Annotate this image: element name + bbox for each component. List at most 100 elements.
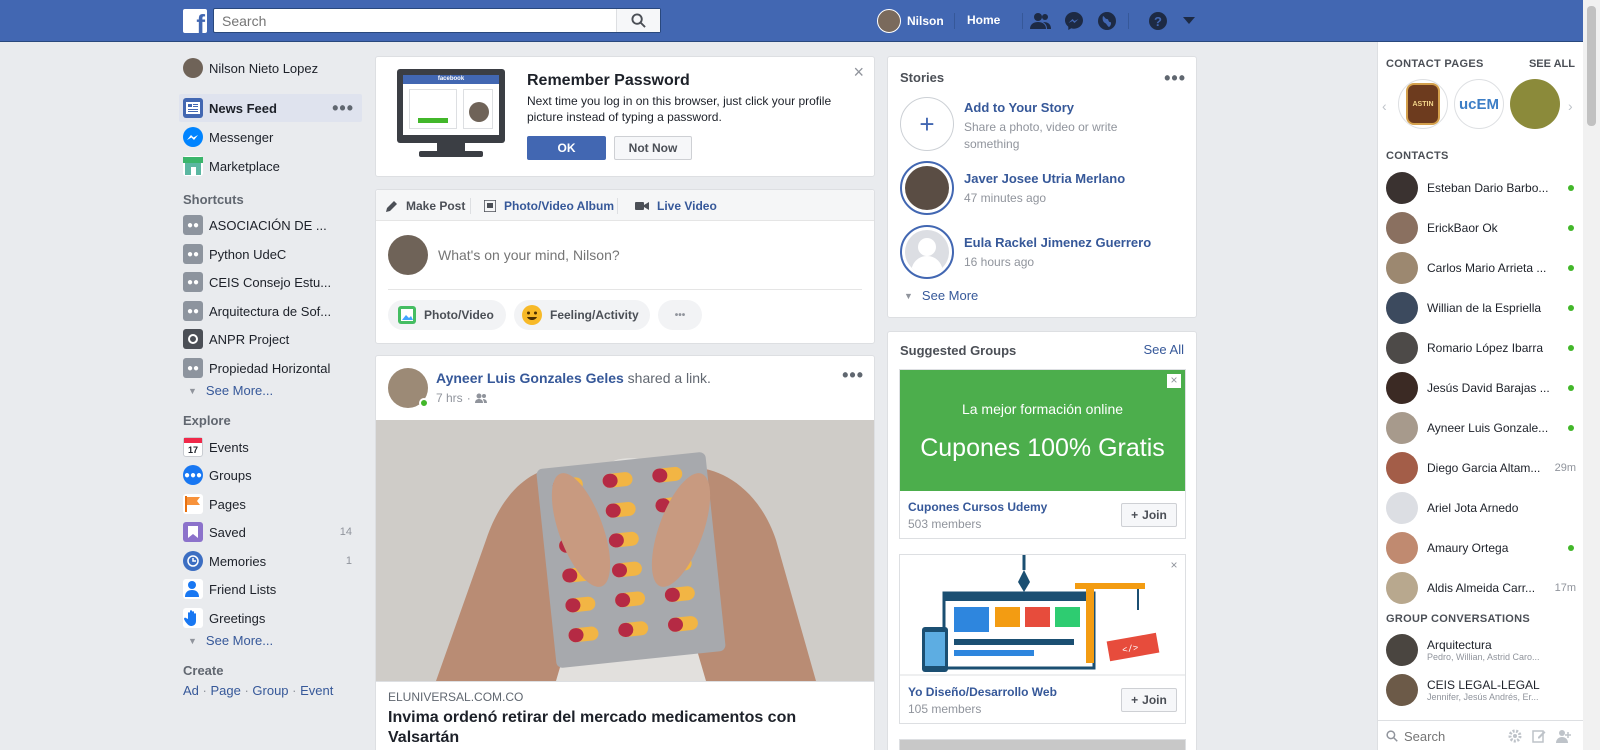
account-menu-icon[interactable] (1178, 10, 1200, 32)
sidebar-item-events[interactable]: 17 Events (179, 433, 362, 461)
see-all-pages-link[interactable]: SEE ALL (1529, 58, 1575, 70)
link-title[interactable]: Invima ordenó retirar del mercado medica… (388, 708, 838, 748)
dismiss-icon[interactable]: × (1167, 374, 1181, 388)
contact-item[interactable]: Romario López Ibarra (1386, 328, 1576, 368)
shortcut-item[interactable]: ●● Propiedad Horizontal (179, 354, 362, 382)
post-options-icon[interactable]: ••• (842, 366, 864, 384)
join-group-button[interactable]: + Join (1121, 688, 1177, 712)
create-group-link[interactable]: Group (252, 683, 288, 698)
sidebar-item-marketplace[interactable]: Marketplace (179, 152, 362, 180)
contact-page-avatar[interactable]: ASTIN (1398, 79, 1448, 129)
contact-item[interactable]: Willian de la Espriella (1386, 288, 1576, 328)
page-scrollbar[interactable] (1583, 0, 1600, 750)
contact-item[interactable]: Ayneer Luis Gonzale... (1386, 408, 1576, 448)
shortcut-item[interactable]: ●● CEIS Consejo Estu... (179, 268, 362, 296)
contact-page-avatar[interactable]: ucEM (1454, 79, 1504, 129)
new-message-icon[interactable] (1532, 729, 1546, 743)
last-active-time: 17m (1554, 582, 1576, 594)
group-name-link[interactable]: Cupones Cursos Udemy (908, 500, 1047, 514)
sidebar-item-friend-lists[interactable]: Friend Lists (179, 575, 362, 603)
tab-make-post[interactable]: Make Post (386, 199, 465, 213)
group-conversation-item[interactable]: CEIS LEGAL-LEGAL Jennifer, Jesús Andrés, … (1386, 670, 1576, 710)
contact-item[interactable]: ErickBaor Ok (1386, 208, 1576, 248)
contact-item[interactable]: Diego Garcia Altam... 29m (1386, 448, 1576, 488)
dismiss-icon[interactable]: × (1167, 559, 1181, 573)
stories-see-more-link[interactable]: ▼ See More (904, 288, 978, 303)
group-banner[interactable]: </> (900, 555, 1185, 676)
scrollbar-thumb[interactable] (1587, 6, 1596, 126)
group-name-link[interactable]: Yo Diseño/Desarrollo Web (908, 685, 1057, 699)
not-now-button[interactable]: Not Now (614, 136, 692, 160)
create-page-link[interactable]: Page (210, 683, 240, 698)
status-input[interactable] (438, 242, 858, 268)
photo-video-button[interactable]: Photo/Video (388, 300, 506, 330)
gear-icon[interactable] (1508, 729, 1522, 743)
contact-item[interactable]: Amaury Ortega (1386, 528, 1576, 568)
post-author-link[interactable]: Ayneer Luis Gonzales Geles (436, 370, 624, 386)
contact-item[interactable]: Esteban Dario Barbo... (1386, 168, 1576, 208)
sidebar-item-news-feed[interactable]: News Feed ••• (179, 94, 362, 122)
more-actions-button[interactable]: ••• (658, 300, 702, 330)
friend-list-icon (183, 579, 203, 599)
story-avatar-ring[interactable] (900, 161, 954, 215)
avatar (1386, 172, 1418, 204)
sidebar-item-greetings[interactable]: Greetings (179, 604, 362, 632)
notifications-globe-icon[interactable] (1096, 10, 1118, 32)
add-to-story-link[interactable]: Add to Your Story (964, 100, 1074, 115)
shortcuts-see-more-link[interactable]: ▼ See More... (183, 383, 273, 398)
sidebar-item-messenger[interactable]: Messenger (179, 123, 362, 151)
sidebar-item-memories[interactable]: Memories 1 (179, 547, 362, 575)
story-name[interactable]: Eula Rackel Jimenez Guerrero (964, 235, 1151, 250)
ok-button[interactable]: OK (527, 136, 606, 160)
add-story-plus-icon[interactable]: + (900, 97, 954, 151)
friend-requests-icon[interactable] (1030, 10, 1052, 32)
suggested-groups-card: Suggested Groups See All La mejor formac… (887, 331, 1197, 750)
feeling-activity-button[interactable]: Feeling/Activity (514, 300, 650, 330)
tab-photo-video-album[interactable]: Photo/Video Album (484, 199, 614, 213)
more-options-icon[interactable]: ••• (332, 99, 354, 117)
messenger-icon[interactable] (1063, 10, 1085, 32)
stories-options-icon[interactable]: ••• (1164, 69, 1186, 87)
help-icon[interactable]: ? (1147, 10, 1169, 32)
shortcut-item[interactable]: ●● ASOCIACIÓN DE ... (179, 211, 362, 239)
sidebar-item-groups[interactable]: ●●● Groups (179, 461, 362, 489)
create-group-icon[interactable] (1556, 729, 1572, 743)
marketplace-icon (183, 156, 203, 176)
chevron-left-icon[interactable]: ‹ (1382, 98, 1387, 114)
search-button[interactable] (616, 9, 660, 32)
see-all-groups-link[interactable]: See All (1144, 342, 1184, 357)
photo-icon (398, 306, 416, 324)
group-banner[interactable]: La mejor formación online Cupones 100% G… (900, 370, 1185, 491)
close-icon[interactable]: × (853, 62, 864, 83)
sidebar-item-saved[interactable]: Saved 14 (179, 518, 362, 546)
messenger-icon (183, 127, 203, 147)
shortcut-item[interactable]: ANPR Project (179, 325, 362, 353)
contact-item[interactable]: Ariel Jota Arnedo (1386, 488, 1576, 528)
create-event-link[interactable]: Event (300, 683, 333, 698)
contact-item[interactable]: Jesús David Barajas ... (1386, 368, 1576, 408)
tab-live-video[interactable]: Live Video (635, 199, 717, 213)
sidebar-item-pages[interactable]: Pages (179, 490, 362, 518)
plus-icon: + (1131, 693, 1139, 707)
group-conversation-item[interactable]: Arquitectura Pedro, Willian, Astrid Caro.… (1386, 630, 1576, 670)
search-input[interactable] (214, 9, 604, 32)
chat-search-input[interactable] (1404, 726, 1500, 746)
friends-audience-icon[interactable] (474, 393, 487, 403)
chevron-right-icon[interactable]: › (1568, 98, 1573, 114)
facebook-logo[interactable]: f (183, 9, 207, 33)
create-ad-link[interactable]: Ad (183, 683, 199, 698)
contact-item[interactable]: Carlos Mario Arrieta ... (1386, 248, 1576, 288)
contact-item[interactable]: Aldis Almeida Carr... 17m (1386, 568, 1576, 608)
post-timestamp[interactable]: 7 hrs (436, 391, 463, 405)
profile-shortcut[interactable]: Nilson Nieto Lopez (179, 54, 362, 82)
join-group-button[interactable]: + Join (1121, 503, 1177, 527)
shortcut-item[interactable]: ●● Arquitectura de Sof... (179, 297, 362, 325)
profile-link[interactable]: Nilson (877, 9, 944, 33)
story-avatar-ring[interactable] (900, 225, 954, 279)
home-link[interactable]: Home (967, 13, 1000, 27)
explore-see-more-link[interactable]: ▼ See More... (183, 633, 273, 648)
shortcut-item[interactable]: ●● Python UdeC (179, 240, 362, 268)
contact-page-avatar[interactable] (1510, 79, 1560, 129)
story-name[interactable]: Javer Josee Utria Merlano (964, 171, 1125, 186)
link-preview-image[interactable] (376, 420, 874, 681)
